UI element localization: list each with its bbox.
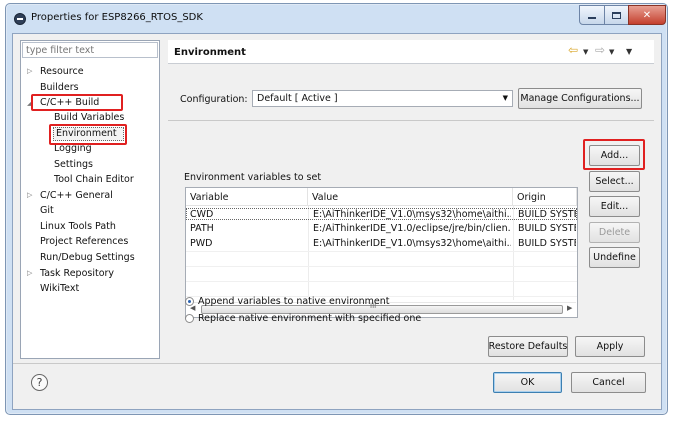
close-button[interactable]: ✕ [628, 5, 666, 25]
table-row[interactable]: PATH E:/AiThinkerIDE_V1.0/eclipse/jre/bi… [186, 223, 577, 235]
expand-arrow-icon[interactable]: ▷ [27, 191, 32, 199]
env-vars-label: Environment variables to set [184, 172, 322, 183]
tree-item-wikitext[interactable]: WikiText [40, 283, 79, 295]
divider [168, 120, 654, 121]
configuration-value: Default [ Active ] [257, 93, 338, 104]
back-arrow-icon[interactable]: ⇦ [568, 43, 578, 57]
chevron-down-icon: ▼ [502, 94, 508, 102]
eclipse-icon [14, 13, 26, 25]
ok-button[interactable]: OK [493, 372, 562, 393]
expand-arrow-icon[interactable]: ▷ [27, 269, 32, 277]
cell-origin: BUILD SYSTEM [518, 238, 576, 249]
apply-button[interactable]: Apply [575, 336, 645, 357]
forward-arrow-icon[interactable]: ⇨ [595, 43, 605, 57]
configuration-select[interactable]: Default [ Active ] ▼ [252, 90, 513, 107]
column-divider [513, 206, 514, 300]
close-icon: ✕ [642, 9, 652, 21]
column-header-value[interactable]: Value [308, 188, 513, 206]
maximize-button[interactable] [604, 5, 629, 25]
tree-item-tool-chain-editor[interactable]: Tool Chain Editor [54, 174, 134, 186]
tree-item-linux-tools-path[interactable]: Linux Tools Path [40, 221, 116, 233]
restore-defaults-button[interactable]: Restore Defaults [488, 336, 568, 357]
properties-window: Properties for ESP8266_RTOS_SDK ✕ ▷ Reso… [5, 3, 668, 415]
manage-configurations-button[interactable]: Manage Configurations... [518, 88, 642, 109]
cell-origin: BUILD SYSTEM [518, 223, 576, 234]
table-row[interactable]: PWD E:\AiThinkerIDE_V1.0\msys32\home\ait… [186, 238, 577, 250]
cell-origin: BUILD SYSTEM [518, 209, 576, 220]
row-divider [186, 266, 577, 267]
tree-item-cpp-general[interactable]: C/C++ General [40, 190, 113, 202]
footer-divider [13, 363, 661, 364]
window-title: Properties for ESP8266_RTOS_SDK [31, 12, 203, 23]
tree-item-settings[interactable]: Settings [54, 159, 93, 171]
tree-item-resource[interactable]: Resource [40, 66, 84, 78]
row-divider [186, 281, 577, 282]
undefine-button[interactable]: Undefine [589, 247, 640, 268]
minimize-icon [588, 17, 596, 19]
annotation-box-cpp-build [31, 94, 123, 111]
edit-button[interactable]: Edit... [589, 196, 640, 217]
cell-variable: PWD [190, 238, 213, 249]
cell-variable: PATH [190, 223, 214, 234]
table-row[interactable]: CWD E:\AiThinkerIDE_V1.0\msys32\home\ait… [186, 208, 577, 220]
radio-append[interactable] [185, 297, 194, 306]
cell-value: E:\AiThinkerIDE_V1.0\msys32\home\aithi..… [313, 209, 511, 220]
configuration-label: Configuration: [180, 94, 248, 105]
chevron-down-icon[interactable]: ▼ [583, 48, 588, 56]
select-button[interactable]: Select... [589, 171, 640, 192]
tree-item-project-references[interactable]: Project References [40, 236, 128, 248]
expand-arrow-icon[interactable]: ▷ [27, 67, 32, 75]
cell-value: E:/AiThinkerIDE_V1.0/eclipse/jre/bin/cli… [313, 223, 511, 234]
cancel-button[interactable]: Cancel [571, 372, 646, 393]
radio-replace-label[interactable]: Replace native environment with specifie… [198, 313, 421, 324]
filter-input[interactable] [22, 42, 158, 58]
maximize-icon [612, 11, 621, 19]
row-divider [186, 251, 577, 252]
radio-replace[interactable] [185, 314, 194, 323]
column-divider [308, 206, 309, 300]
column-header-variable[interactable]: Variable [186, 188, 308, 206]
cell-value: E:\AiThinkerIDE_V1.0\msys32\home\aithi..… [313, 238, 511, 249]
tree-item-task-repository[interactable]: Task Repository [40, 268, 114, 280]
title-bar[interactable]: Properties for ESP8266_RTOS_SDK ✕ [6, 4, 667, 32]
radio-append-label[interactable]: Append variables to native environment [198, 296, 390, 307]
chevron-down-icon[interactable]: ▼ [609, 48, 614, 56]
scroll-right-icon[interactable]: ▶ [567, 304, 572, 312]
dialog-client: ▷ Resource Builders ◢ C/C++ Build Build … [12, 33, 662, 410]
page-header: Environment ⇦ ▼ ⇨ ▼ ▼ [168, 40, 654, 64]
delete-button[interactable]: Delete [589, 222, 640, 243]
cell-variable: CWD [190, 209, 214, 220]
property-tree: ▷ Resource Builders ◢ C/C++ Build Build … [20, 40, 160, 359]
tree-item-builders[interactable]: Builders [40, 82, 79, 94]
column-header-origin[interactable]: Origin [513, 188, 577, 206]
add-button[interactable]: Add... [589, 145, 640, 166]
page-title: Environment [174, 47, 246, 58]
tree-item-git[interactable]: Git [40, 205, 54, 217]
minimize-button[interactable] [579, 5, 605, 25]
tree-item-build-variables[interactable]: Build Variables [54, 112, 124, 124]
view-menu-icon[interactable]: ▼ [626, 47, 632, 56]
help-icon[interactable]: ? [31, 374, 48, 391]
tree-item-run-debug-settings[interactable]: Run/Debug Settings [40, 252, 135, 264]
annotation-box-environment [49, 124, 127, 145]
